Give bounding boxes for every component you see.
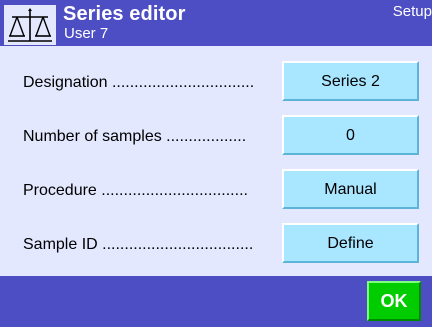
- procedure-button[interactable]: Manual: [282, 169, 419, 209]
- number-of-samples-label: Number of samples ..................: [23, 128, 247, 145]
- sample-id-label: Sample ID ..............................…: [23, 236, 254, 253]
- section-label: Setup: [392, 3, 432, 20]
- designation-button[interactable]: Series 2: [282, 61, 419, 101]
- procedure-row: Procedure ..............................…: [0, 169, 432, 215]
- settings-panel: Designation ............................…: [0, 46, 432, 276]
- footer-bar: OK: [0, 276, 432, 327]
- designation-row: Designation ............................…: [0, 61, 432, 107]
- sample-id-row: Sample ID ..............................…: [0, 223, 432, 269]
- procedure-label: Procedure ..............................…: [23, 182, 248, 199]
- user-label: User 7: [64, 25, 109, 42]
- balance-scale-icon: [4, 5, 56, 45]
- number-of-samples-button[interactable]: 0: [282, 115, 419, 155]
- number-of-samples-row: Number of samples .................. 0: [0, 115, 432, 161]
- series-editor-screen: Series editor User 7 Setup Designation .…: [0, 0, 432, 327]
- sample-id-button[interactable]: Define: [282, 223, 419, 263]
- page-title: Series editor: [63, 3, 186, 25]
- header-bar: Series editor User 7 Setup: [0, 0, 432, 46]
- designation-label: Designation ............................…: [23, 74, 255, 91]
- ok-button[interactable]: OK: [367, 281, 421, 321]
